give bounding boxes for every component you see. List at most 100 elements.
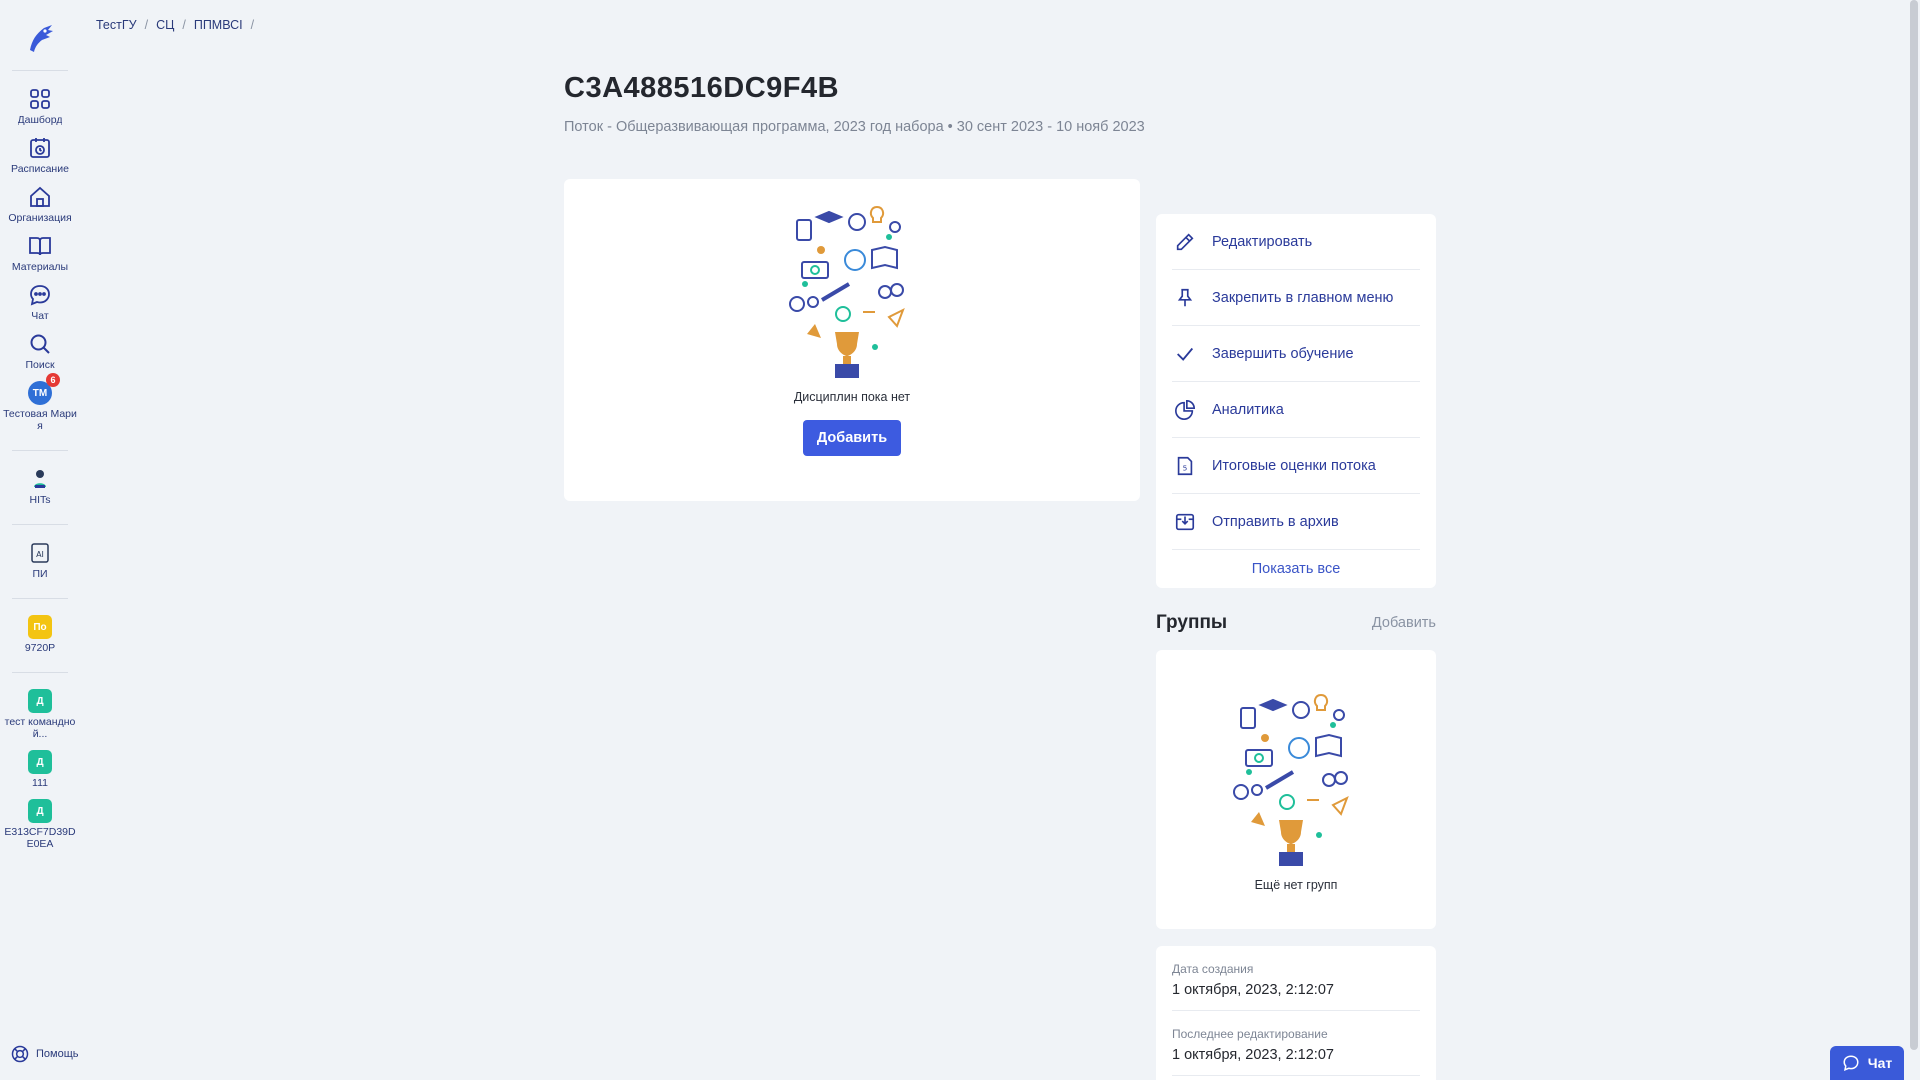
- education-illustration-icon: [1233, 693, 1349, 866]
- sidebar-divider: [12, 70, 68, 71]
- groups-card: Ещё нет групп: [1156, 650, 1436, 929]
- sidebar-item-label: 9720P: [24, 642, 56, 654]
- action-label: Отправить в архив: [1212, 513, 1339, 530]
- finish-training-action[interactable]: Завершить обучение: [1172, 326, 1420, 382]
- sidebar-item-organization[interactable]: Организация: [0, 179, 80, 228]
- archive-action[interactable]: Отправить в архив: [1172, 494, 1420, 550]
- sidebar-item-label: 111: [32, 777, 48, 789]
- chat-widget-button[interactable]: Чат: [1830, 1046, 1904, 1080]
- groups-header: Группы Добавить: [1156, 612, 1436, 634]
- logo-icon[interactable]: [22, 20, 58, 56]
- sidebar-item-label: E313CF7D39D E0EA: [4, 826, 76, 850]
- calendar-clock-icon: [30, 138, 50, 158]
- sidebar-item-label: HITs: [29, 494, 51, 506]
- pin-action[interactable]: Закрепить в главном меню: [1172, 270, 1420, 326]
- sidebar-item-profile[interactable]: ТМ 6 Тестовая Мария: [0, 373, 80, 436]
- help-link[interactable]: Помощь: [10, 1044, 79, 1064]
- breadcrumb: ТестГУ / СЦ / ППМВСI /: [96, 18, 254, 32]
- notification-badge: 6: [46, 373, 60, 387]
- home-icon: [30, 186, 50, 207]
- chat-widget-label: Чат: [1867, 1055, 1893, 1071]
- archive-icon: [1175, 513, 1195, 530]
- page-subtitle: Поток - Общеразвивающая программа, 2023 …: [564, 119, 1145, 135]
- sidebar-item-materials[interactable]: Материалы: [0, 228, 80, 277]
- help-label: Помощь: [36, 1048, 79, 1060]
- action-label: Аналитика: [1212, 401, 1284, 418]
- breadcrumb-item[interactable]: ТестГУ: [96, 18, 137, 32]
- created-label: Дата создания: [1172, 962, 1254, 976]
- sidebar-item-search[interactable]: Поиск: [0, 326, 80, 375]
- groups-title: Группы: [1156, 612, 1228, 633]
- meta-card: Дата создания 1 октября, 2023, 2:12:07 П…: [1156, 946, 1436, 1080]
- sidebar-divider: [12, 450, 68, 451]
- analytics-action[interactable]: Аналитика: [1172, 382, 1420, 438]
- svg-text:AI: AI: [36, 550, 44, 559]
- sidebar-item-label: Расписание: [11, 163, 69, 175]
- sidebar-item-dashboard[interactable]: Дашборд: [0, 81, 80, 130]
- final-grades-action[interactable]: 5 Итоговые оценки потока: [1172, 438, 1420, 494]
- created-value: 1 октября, 2023, 2:12:07: [1172, 982, 1334, 998]
- sidebar-item-hits[interactable]: HITs: [0, 461, 80, 510]
- sidebar-item-label: ПИ: [32, 568, 48, 580]
- space-avatar: Д: [28, 689, 52, 713]
- breadcrumb-separator: /: [182, 18, 186, 32]
- sidebar-item-label: Тестовая Мария: [3, 408, 77, 432]
- lifebuoy-icon: [11, 1045, 29, 1063]
- sidebar-item-space[interactable]: Д тест командной...: [0, 683, 80, 744]
- sidebar-item-chat[interactable]: Чат: [0, 277, 80, 326]
- avatar-initials: ТМ: [32, 387, 48, 399]
- sidebar-item-label: Дашборд: [17, 114, 63, 126]
- breadcrumb-item[interactable]: СЦ: [156, 18, 174, 32]
- breadcrumb-separator: /: [250, 18, 255, 32]
- action-label: Завершить обучение: [1212, 345, 1354, 362]
- sidebar-item-space[interactable]: По 9720P: [0, 609, 80, 658]
- grid-icon: [30, 89, 50, 109]
- chat-bubble-icon: [1843, 1055, 1859, 1071]
- action-label: Закрепить в главном меню: [1212, 289, 1394, 306]
- sidebar-item-label: Чат: [31, 310, 49, 322]
- empty-disciplines-text: Дисциплин пока нет: [793, 390, 911, 404]
- check-icon: [1177, 347, 1194, 361]
- ai-document-icon: AI: [31, 543, 49, 563]
- sidebar-divider: [12, 598, 68, 599]
- add-group-link[interactable]: Добавить: [1372, 615, 1436, 631]
- sidebar-item-label: тест командной...: [4, 716, 76, 740]
- sidebar-item-space[interactable]: Д 111: [0, 744, 80, 793]
- space-avatar: По: [28, 615, 52, 639]
- empty-groups-text: Ещё нет групп: [1254, 878, 1338, 892]
- pencil-icon: [1176, 232, 1194, 250]
- sidebar-item-pi[interactable]: AI ПИ: [0, 535, 80, 584]
- edited-value: 1 октября, 2023, 2:12:07: [1172, 1047, 1334, 1063]
- sidebar-item-space[interactable]: Д E313CF7D39D E0EA: [0, 793, 80, 854]
- sidebar-divider: [12, 524, 68, 525]
- actions-card: Редактировать Закрепить в главном меню З…: [1156, 214, 1436, 588]
- breadcrumb-separator: /: [144, 18, 149, 32]
- sidebar-item-label: Организация: [8, 212, 72, 224]
- add-discipline-button[interactable]: Добавить: [803, 420, 901, 456]
- scrollbar-thumb[interactable]: [1910, 0, 1918, 1050]
- chat-icon: [30, 285, 50, 306]
- sidebar-divider: [12, 672, 68, 673]
- pie-chart-icon: [1175, 399, 1195, 420]
- person-laptop-icon: [34, 470, 46, 488]
- edit-action[interactable]: Редактировать: [1172, 214, 1420, 270]
- svg-text:5: 5: [1183, 463, 1188, 472]
- sidebar-item-schedule[interactable]: Расписание: [0, 130, 80, 179]
- sidebar-item-label: Материалы: [11, 261, 69, 273]
- scrollbar[interactable]: [1908, 0, 1920, 1080]
- education-illustration-icon: [789, 205, 905, 378]
- edited-label: Последнее редактирование: [1172, 1027, 1328, 1041]
- action-label: Редактировать: [1212, 233, 1313, 250]
- page-title: C3A488516DC9F4B: [564, 72, 840, 104]
- space-avatar: Д: [28, 799, 52, 823]
- avatar: ТМ 6: [28, 373, 60, 405]
- edited-row: Последнее редактирование 1 октября, 2023…: [1172, 1011, 1420, 1076]
- book-icon: [29, 237, 51, 256]
- created-row: Дата создания 1 октября, 2023, 2:12:07: [1172, 946, 1420, 1011]
- sidebar: Дашборд Расписание Организация Материалы…: [0, 0, 80, 1080]
- breadcrumb-item[interactable]: ППМВСI: [194, 18, 243, 32]
- disciplines-card: Дисциплин пока нет Добавить: [564, 179, 1140, 501]
- show-all-link[interactable]: Показать все: [1172, 550, 1420, 588]
- sidebar-item-label: Поиск: [25, 359, 55, 371]
- space-avatar: Д: [28, 750, 52, 774]
